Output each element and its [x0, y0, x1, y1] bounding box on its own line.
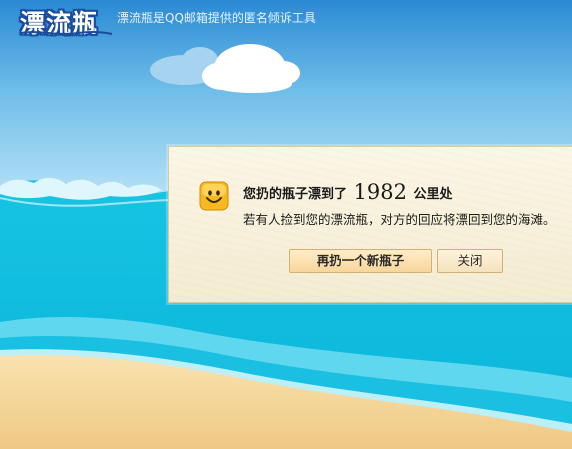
close-button[interactable]: 关闭 [437, 249, 503, 273]
bottle-thrown-dialog: 您扔的瓶子漂到了 1982 公里处 若有人捡到您的漂流瓶，对方的回应将漂回到您的… [168, 146, 572, 303]
distance-value: 1982 [353, 180, 407, 204]
tagline: 漂流瓶是QQ邮箱提供的匿名倾诉工具 [117, 11, 316, 25]
logo-swirl-icon [19, 30, 113, 35]
smiley-face-icon [199, 181, 229, 211]
dialog-title: 您扔的瓶子漂到了 1982 公里处 [243, 179, 453, 204]
title-suffix: 公里处 [413, 187, 453, 202]
dialog-message: 若有人捡到您的漂流瓶，对方的回应将漂回到您的海滩。 [243, 212, 556, 227]
title-prefix: 您扔的瓶子漂到了 [243, 187, 348, 202]
header: 漂流瓶 漂流瓶是QQ邮箱提供的匿名倾诉工具 [0, 0, 572, 38]
throw-new-bottle-button[interactable]: 再扔一个新瓶子 [289, 249, 432, 273]
